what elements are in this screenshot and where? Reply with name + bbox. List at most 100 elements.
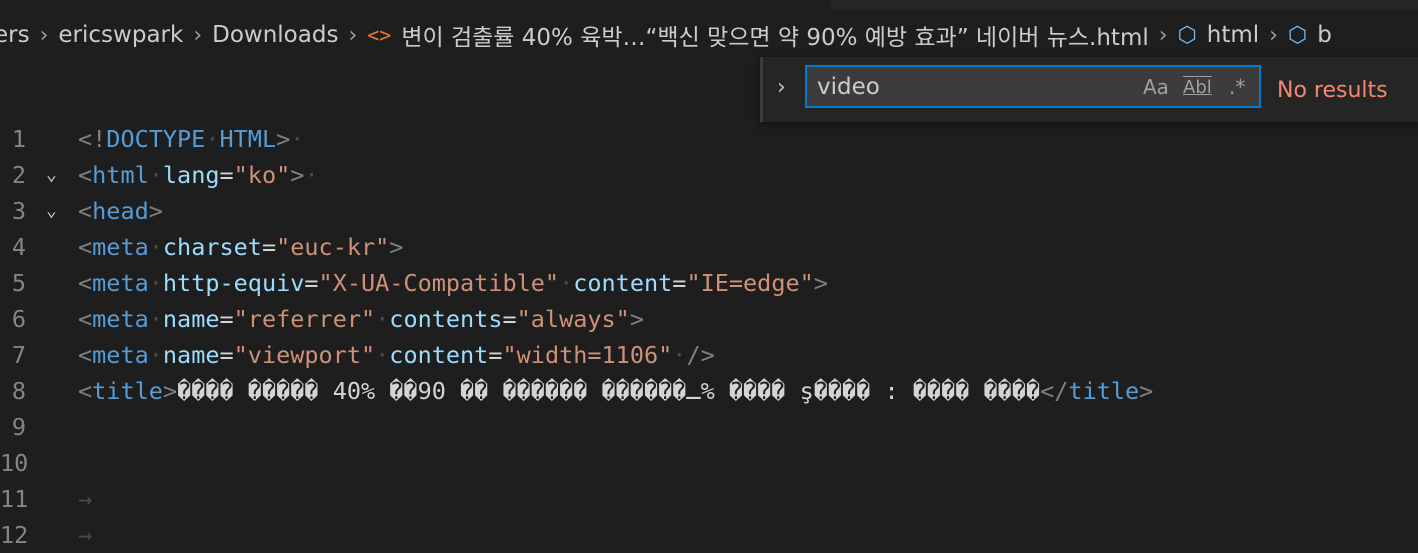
token: =	[488, 341, 503, 369]
token: name	[162, 305, 220, 333]
find-input[interactable]	[815, 71, 1119, 103]
token: →	[78, 521, 93, 549]
token: DOCTYPE	[106, 125, 206, 153]
token: "IE=edge"	[686, 269, 814, 297]
line-text: <meta·http-equiv="X-UA-Compatible"·conte…	[78, 265, 828, 301]
token: =	[219, 305, 234, 333]
toggle-replace-chevron-icon[interactable]: ›	[777, 75, 786, 100]
token: "X-UA-Compatible"	[318, 269, 560, 297]
token: ·	[672, 341, 687, 369]
token: "ko"	[233, 161, 291, 189]
token: meta	[92, 305, 149, 333]
token: =	[219, 341, 234, 369]
fold-chevron-icon[interactable]: ⌄	[46, 193, 57, 229]
token: >	[290, 161, 305, 189]
find-input-box: Aa Abl .*	[805, 65, 1261, 108]
line-number: 11	[0, 485, 29, 513]
match-case-button[interactable]: Aa	[1143, 75, 1169, 99]
find-status: No results	[1277, 78, 1388, 103]
fold-chevron-icon[interactable]: ⌄	[46, 157, 57, 193]
line-number: 9	[11, 413, 26, 441]
token: head	[92, 197, 149, 225]
token: />	[686, 341, 715, 369]
token: http-equiv	[162, 269, 305, 297]
token: >	[813, 269, 828, 297]
token: >	[148, 197, 163, 225]
line-text: →	[78, 517, 92, 553]
token: ·	[304, 161, 319, 189]
token: <	[78, 161, 93, 189]
cube-icon: ⬡	[1177, 22, 1197, 48]
chevron-right-icon: ›	[193, 22, 203, 48]
token: <!	[78, 125, 107, 153]
line-number: 7	[11, 341, 26, 369]
token: ·	[148, 233, 163, 261]
token: >	[629, 305, 644, 333]
line-number: 2	[11, 161, 26, 189]
token: title	[1068, 377, 1140, 405]
breadcrumb-file[interactable]: 변이 검출률 40% 육박…“백신 맞으면 약 90% 예방 효과” 네이버 뉴…	[401, 18, 1148, 52]
token: html	[92, 161, 149, 189]
token: title	[92, 377, 163, 405]
token: meta	[92, 341, 149, 369]
breadcrumb-symbol[interactable]: html	[1207, 22, 1259, 48]
token: "always"	[516, 305, 630, 333]
token: "viewport"	[233, 341, 376, 369]
line-text: <head>	[78, 193, 163, 229]
find-widget: › Aa Abl .* No results	[760, 57, 1418, 122]
breadcrumb: ers › ericswpark › Downloads › <> 변이 검출률 40…	[0, 18, 1332, 52]
token: >	[162, 377, 178, 405]
line-text: <meta·charset="euc-kr">	[78, 229, 403, 265]
line-number: 3	[11, 197, 26, 225]
line-number: 4	[11, 233, 26, 261]
token: "referrer"	[233, 305, 376, 333]
token: contents	[389, 305, 503, 333]
token: HTML	[219, 125, 277, 153]
line-text: <!DOCTYPE·HTML>·	[78, 121, 304, 157]
token: name	[162, 341, 220, 369]
regex-button[interactable]: .*	[1229, 75, 1245, 99]
code-brackets-icon: <>	[367, 23, 392, 47]
breadcrumb-item[interactable]: Downloads	[212, 22, 338, 48]
line-number: 8	[11, 377, 26, 405]
line-number: 10	[0, 449, 29, 477]
token: </	[1040, 377, 1069, 405]
line-text: <meta·name="viewport"·content="width=110…	[78, 337, 715, 373]
breadcrumb-item[interactable]: ers	[0, 22, 30, 48]
token: ·	[290, 125, 305, 153]
token: →	[78, 485, 93, 513]
token: >	[389, 233, 404, 261]
line-number: 1	[11, 125, 26, 153]
line-number: 5	[11, 269, 26, 297]
token: "euc-kr"	[276, 233, 390, 261]
line-text: <meta·name="referrer"·contents="always">	[78, 301, 644, 337]
breadcrumb-item[interactable]: ericswpark	[58, 22, 183, 48]
token: ·	[375, 341, 390, 369]
token: <	[78, 269, 93, 297]
panel-strip	[830, 0, 1418, 10]
token: <	[78, 197, 93, 225]
token: >	[1139, 377, 1154, 405]
line-text: →	[78, 481, 92, 517]
line-text: <html·lang="ko">·	[78, 157, 319, 193]
token: <	[78, 305, 93, 333]
token: ·	[205, 125, 220, 153]
token: charset	[162, 233, 262, 261]
chevron-right-icon: ›	[348, 22, 358, 48]
line-number: 12	[0, 521, 29, 549]
token: ·	[375, 305, 390, 333]
token: =	[219, 161, 234, 189]
token: meta	[92, 269, 149, 297]
token: ·	[148, 161, 163, 189]
token: lang	[162, 161, 220, 189]
token: content	[573, 269, 673, 297]
token: ·	[559, 269, 574, 297]
cube-icon: ⬡	[1287, 22, 1308, 48]
breadcrumb-symbol[interactable]: b	[1317, 22, 1332, 48]
token: ���� ����� 40% ��90 �� ������ ������ـ% �…	[177, 377, 1041, 405]
token: meta	[92, 233, 149, 261]
chevron-right-icon: ›	[1269, 22, 1278, 48]
token: <	[78, 341, 93, 369]
token: =	[261, 233, 277, 261]
whole-word-button[interactable]: Abl	[1183, 77, 1212, 98]
